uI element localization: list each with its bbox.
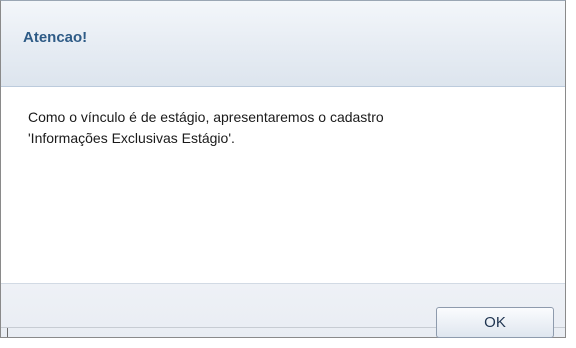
footer-border-left xyxy=(7,328,8,337)
dialog-title: Atencao! xyxy=(23,29,88,46)
dialog-message-line-1: Como o vínculo é de estágio, apresentare… xyxy=(28,109,384,125)
ok-button[interactable]: OK xyxy=(436,307,554,338)
dialog-message-line-2: 'Informações Exclusivas Estágio'. xyxy=(28,130,235,146)
alert-dialog: Atencao! Como o vínculo é de estágio, ap… xyxy=(0,0,566,338)
dialog-titlebar: Atencao! xyxy=(1,1,565,87)
dialog-content: Como o vínculo é de estágio, apresentare… xyxy=(1,87,565,283)
dialog-message: Como o vínculo é de estágio, apresentare… xyxy=(28,107,553,149)
